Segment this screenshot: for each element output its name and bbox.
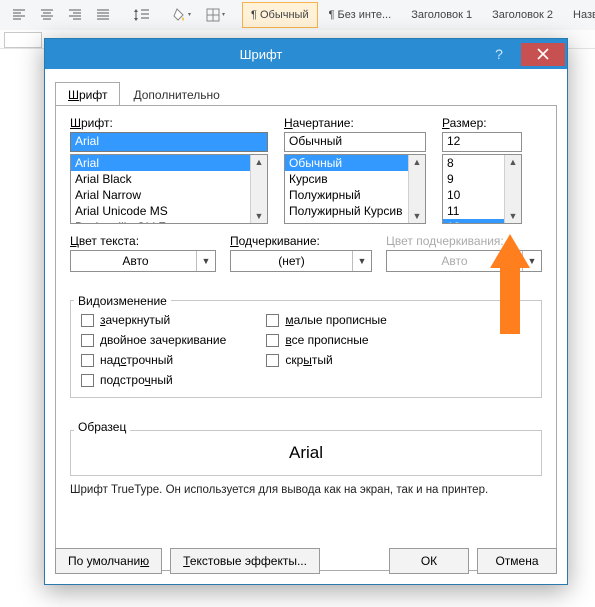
- list-item[interactable]: Arial Black: [71, 171, 250, 187]
- preview-box: Arial: [70, 430, 542, 476]
- list-item[interactable]: Полужирный Курсив: [285, 203, 408, 219]
- scroll-down-icon[interactable]: ▼: [509, 209, 518, 223]
- preview-note: Шрифт TrueType. Он используется для выво…: [70, 484, 542, 496]
- hidden-checkbox[interactable]: скрытый: [266, 353, 387, 367]
- allcaps-checkbox[interactable]: все прописные: [266, 333, 387, 347]
- font-list[interactable]: Arial Arial Black Arial Narrow Arial Uni…: [70, 154, 268, 224]
- style-no-spacing[interactable]: ¶ Без инте...: [320, 2, 401, 28]
- chevron-down-icon: ▼: [352, 251, 371, 271]
- color-label: Цвет текста:: [70, 234, 216, 248]
- line-spacing-button[interactable]: [128, 2, 156, 28]
- align-center-button[interactable]: [34, 2, 60, 28]
- list-item[interactable]: Полужирный: [285, 187, 408, 203]
- list-item[interactable]: Курсив: [285, 171, 408, 187]
- list-item[interactable]: Arial Narrow: [71, 187, 250, 203]
- close-button[interactable]: [521, 43, 565, 66]
- underline-color-dropdown: Авто ▼: [386, 250, 542, 272]
- cancel-button[interactable]: Отмена: [477, 548, 557, 574]
- chevron-down-icon: ▼: [196, 251, 215, 271]
- align-right-button[interactable]: [62, 2, 88, 28]
- scrollbar[interactable]: ▲▼: [408, 155, 425, 223]
- chevron-down-icon: ▼: [522, 251, 541, 271]
- preview-group-label: Образец: [74, 420, 130, 434]
- ok-button[interactable]: ОК: [389, 548, 469, 574]
- style-heading1[interactable]: Заголовок 1: [402, 2, 481, 28]
- font-label: Шрифт:: [70, 116, 268, 130]
- underline-color-label: Цвет подчеркивания:: [386, 234, 542, 248]
- shading-button[interactable]: [168, 2, 198, 28]
- scroll-up-icon[interactable]: ▲: [413, 155, 422, 169]
- titlebar[interactable]: Шрифт ?: [45, 39, 567, 69]
- style-normal[interactable]: ¶ Обычный: [242, 2, 318, 28]
- close-icon: [537, 48, 549, 60]
- size-list[interactable]: 8 9 10 11 12 ▲▼: [442, 154, 522, 224]
- superscript-checkbox[interactable]: надстрочный: [81, 353, 226, 367]
- tab-advanced[interactable]: Дополнительно: [120, 82, 232, 106]
- list-item[interactable]: 12: [443, 219, 504, 223]
- effects-group-label: Видоизменение: [74, 294, 171, 308]
- style-title[interactable]: Название: [564, 2, 595, 28]
- font-input[interactable]: Arial: [70, 132, 268, 152]
- list-item[interactable]: 8: [443, 155, 504, 171]
- borders-button[interactable]: [200, 2, 230, 28]
- text-effects-button[interactable]: Текстовые эффекты...: [170, 548, 320, 574]
- smallcaps-checkbox[interactable]: малые прописные: [266, 313, 387, 327]
- style-heading2[interactable]: Заголовок 2: [483, 2, 562, 28]
- underline-label: Подчеркивание:: [230, 234, 372, 248]
- dialog-title: Шрифт: [45, 47, 477, 62]
- scroll-down-icon[interactable]: ▼: [413, 209, 422, 223]
- scroll-down-icon[interactable]: ▼: [255, 209, 264, 223]
- list-item[interactable]: 11: [443, 203, 504, 219]
- scroll-up-icon[interactable]: ▲: [509, 155, 518, 169]
- scrollbar[interactable]: ▲▼: [504, 155, 521, 223]
- list-item[interactable]: Baskerville Old Face: [71, 219, 250, 223]
- list-item[interactable]: Arial Unicode MS: [71, 203, 250, 219]
- subscript-checkbox[interactable]: подстрочный: [81, 373, 226, 387]
- scroll-up-icon[interactable]: ▲: [255, 155, 264, 169]
- list-item[interactable]: 10: [443, 187, 504, 203]
- double-strike-checkbox[interactable]: двойное зачеркивание: [81, 333, 226, 347]
- size-label: Размер:: [442, 116, 522, 130]
- list-item[interactable]: 9: [443, 171, 504, 187]
- font-dialog: Шрифт ? Шрифт Дополнительно Шрифт: Arial…: [44, 38, 568, 585]
- preview-text: Arial: [289, 443, 323, 463]
- style-list[interactable]: Обычный Курсив Полужирный Полужирный Кур…: [284, 154, 426, 224]
- strike-checkbox[interactable]: зачеркнутый: [81, 313, 226, 327]
- set-default-button[interactable]: По умолчанию: [55, 548, 162, 574]
- style-input[interactable]: Обычный: [284, 132, 426, 152]
- font-color-dropdown[interactable]: Авто ▼: [70, 250, 216, 272]
- tab-font[interactable]: Шрифт: [55, 82, 120, 106]
- align-justify-button[interactable]: [90, 2, 116, 28]
- underline-dropdown[interactable]: (нет) ▼: [230, 250, 372, 272]
- scrollbar[interactable]: ▲▼: [250, 155, 267, 223]
- style-label: Начертание:: [284, 116, 426, 130]
- list-item[interactable]: Обычный: [285, 155, 408, 171]
- help-button[interactable]: ?: [477, 46, 521, 62]
- size-input[interactable]: 12: [442, 132, 522, 152]
- align-left-button[interactable]: [6, 2, 32, 28]
- list-item[interactable]: Arial: [71, 155, 250, 171]
